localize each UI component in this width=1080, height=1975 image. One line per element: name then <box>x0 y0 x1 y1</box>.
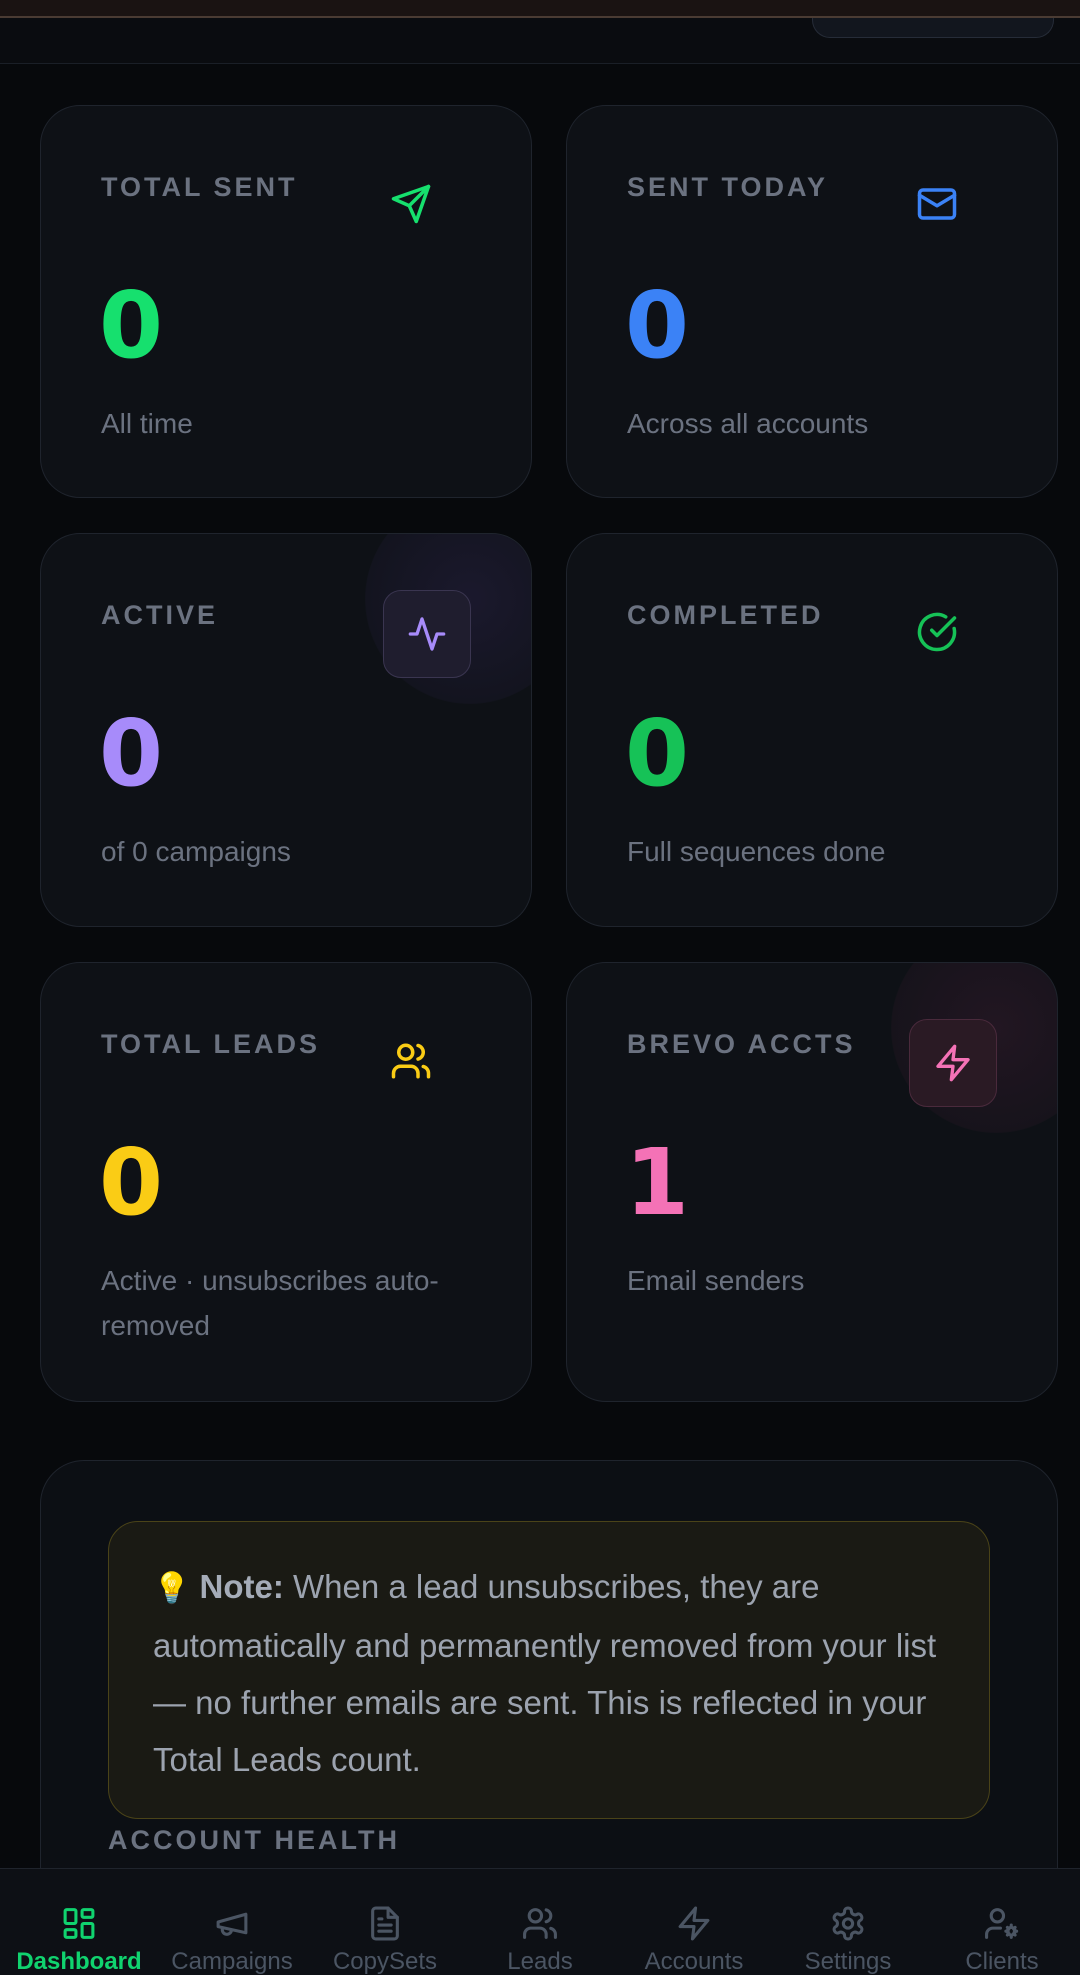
stat-value: 0 <box>99 1129 164 1236</box>
nav-item-leads[interactable]: Leads <box>463 1869 617 1975</box>
stat-card-sent-today: SENT TODAY 0 Across all accounts <box>566 105 1058 498</box>
header-button[interactable] <box>812 18 1054 38</box>
send-icon <box>389 182 433 226</box>
stat-value: 0 <box>99 700 164 807</box>
top-status-bar <box>0 0 1080 18</box>
lightbulb-icon: 💡 <box>153 1571 191 1606</box>
nav-item-dashboard[interactable]: Dashboard <box>2 1869 156 1975</box>
nav-item-clients[interactable]: Clients <box>925 1869 1079 1975</box>
nav-label: Campaigns <box>171 1948 293 1975</box>
nav-label: CopySets <box>332 1948 438 1975</box>
stat-subtitle: All time <box>101 408 193 439</box>
note-title: Note: <box>199 1568 284 1605</box>
stat-label: BREVO ACCTS <box>627 1029 856 1059</box>
nav-item-copysets[interactable]: CopySets <box>308 1869 462 1975</box>
nav-label: Leads <box>507 1948 573 1975</box>
zap-icon <box>678 1906 710 1941</box>
stat-label: TOTAL SENT <box>101 172 298 202</box>
stat-label: ACTIVE <box>101 600 219 630</box>
file-text-icon <box>371 1906 399 1941</box>
stat-subtitle: Across all accounts <box>627 408 869 439</box>
stat-subtitle: of 0 campaigns <box>101 836 291 867</box>
megaphone-icon <box>216 1912 248 1936</box>
stat-value: 0 <box>99 272 164 379</box>
user-cog-icon <box>985 1908 1019 1939</box>
account-health-heading: ACCOUNT HEALTH <box>108 1825 400 1855</box>
nav-label: Clients <box>965 1948 1039 1975</box>
stat-subtitle: Email senders <box>627 1265 805 1296</box>
stat-card-active: ACTIVE 0 of 0 campaigns <box>40 533 532 927</box>
stat-value: 0 <box>625 700 690 807</box>
activity-icon <box>383 590 471 678</box>
bottom-nav: Dashboard Campaigns CopySets Leads Accou… <box>0 1868 1080 1975</box>
unsubscribe-note: 💡 Note: When a lead unsubscribes, they a… <box>108 1521 990 1819</box>
stat-card-total-sent: TOTAL SENT 0 All time <box>40 105 532 498</box>
nav-item-accounts[interactable]: Accounts <box>617 1869 771 1975</box>
nav-item-settings[interactable]: Settings <box>771 1869 925 1975</box>
stat-subtitle: Active · unsubscribes auto-removed <box>101 1265 439 1341</box>
users-icon <box>389 1039 433 1083</box>
stat-value: 0 <box>625 272 690 379</box>
settings-icon <box>832 1906 864 1941</box>
users-icon <box>523 1908 557 1939</box>
stat-card-brevo-accts: BREVO ACCTS 1 Email senders <box>566 962 1058 1402</box>
stat-card-total-leads: TOTAL LEADS 0 Active · unsubscribes auto… <box>40 962 532 1402</box>
nav-label: Accounts <box>644 1948 744 1975</box>
nav-label: Dashboard <box>16 1948 142 1975</box>
stat-label: TOTAL LEADS <box>101 1029 321 1059</box>
stat-card-completed: COMPLETED 0 Full sequences done <box>566 533 1058 927</box>
zap-icon <box>909 1019 997 1107</box>
stat-label: SENT TODAY <box>627 172 829 202</box>
mail-icon <box>915 182 959 226</box>
stat-value: 1 <box>625 1129 690 1236</box>
nav-label: Settings <box>804 1948 892 1975</box>
nav-item-campaigns[interactable]: Campaigns <box>155 1869 309 1975</box>
check-circle-icon <box>915 610 959 654</box>
stat-subtitle: Full sequences done <box>627 836 886 867</box>
dashboard-icon <box>63 1908 95 1939</box>
stat-label: COMPLETED <box>627 600 824 630</box>
